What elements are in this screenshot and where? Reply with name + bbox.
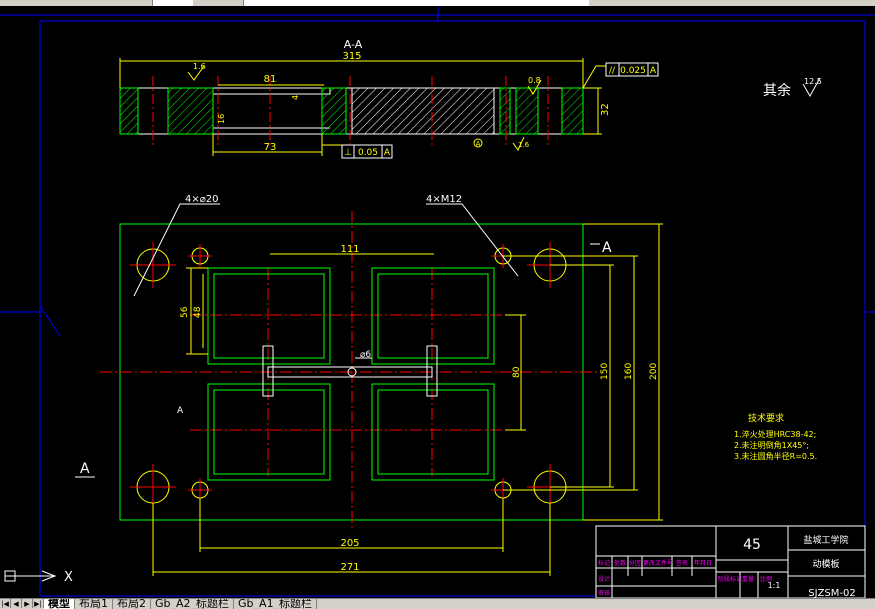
tech-req-line-1: 1.淬火处理HRC38-42;: [734, 429, 816, 439]
label-holes-threaded: 4×M12: [426, 194, 462, 205]
roughness-text-small: 1.6: [518, 141, 530, 149]
stage-header-0: 阶段标记: [718, 575, 742, 583]
ucs-icon: [4, 570, 57, 582]
hatch-right-thin: [499, 87, 511, 135]
roughness-text-right: 0.8: [528, 76, 541, 85]
layout-tab-bar: |◀ ◀ ▶ ▶| 模型 布局1 布局2 Gb_A2_标题栏 Gb_A1_标题栏: [0, 598, 875, 609]
section-bottom-recess: [212, 127, 330, 134]
roughness-note-value: 12.5: [804, 77, 822, 86]
dim-text-16: 16: [217, 114, 226, 124]
hatch-left-block: [167, 87, 214, 135]
dim-text-32: 32: [600, 103, 611, 116]
tech-req-line-2: 2.未注明倒角1X45°;: [734, 440, 809, 450]
dim-text-48: 48: [193, 306, 203, 318]
dim-text-111: 111: [340, 244, 359, 255]
border-corner-diag: [39, 305, 61, 337]
roughness-note-label: 其余: [763, 82, 791, 99]
tol-parallel-symbol: //: [609, 66, 616, 76]
tol-perp-value: 0.05: [358, 148, 378, 158]
title-school: 盐城工学院: [803, 534, 848, 546]
hatch-mid-left: [321, 87, 347, 135]
stage-header-2: 比例: [760, 575, 772, 583]
section-mark-left: A: [177, 406, 184, 416]
dim-text-271: 271: [340, 562, 359, 573]
dim-text-205: 205: [340, 538, 359, 549]
tol-leader-parallel: [582, 65, 606, 89]
hatch-center-block: [351, 87, 495, 135]
runner-channel: [262, 345, 438, 397]
dim-text-160: 160: [624, 363, 634, 380]
tol-parallel-datum: A: [650, 66, 657, 76]
leader-holes-threaded: [426, 203, 519, 277]
title-part-name: 动模板: [812, 558, 839, 570]
ucs-x-label: X: [64, 570, 73, 585]
hatch-right-block: [515, 87, 539, 135]
tab-nav-prev-icon[interactable]: ◀: [11, 599, 22, 608]
role-row-0: 设计: [598, 575, 610, 583]
cavity-br-inner: [377, 389, 489, 475]
cavity-tl-inner: [213, 273, 325, 359]
rev-header-4: 签名: [676, 559, 688, 567]
dim-text-73: 73: [264, 142, 277, 153]
tol-perp-symbol: ⊥: [344, 148, 352, 158]
cavity-bl-inner: [213, 389, 325, 475]
tab-nav-next-icon[interactable]: ▶: [22, 599, 33, 608]
cavity-tr-inner: [377, 273, 489, 359]
tol-frame-perp: ⊥ 0.05 A: [341, 144, 393, 159]
tol-parallel-value: 0.025: [620, 66, 646, 76]
section-top-pocket: [212, 88, 331, 95]
rev-header-1: 处数: [614, 559, 626, 567]
tech-req-line-3: 3.未注圆角半径R=0.5.: [734, 451, 817, 461]
role-row-1: 审核: [598, 589, 610, 597]
rev-header-2: 分区: [629, 559, 641, 567]
hatch-left-edge: [119, 87, 139, 135]
cavity-br-outer: [371, 383, 495, 481]
label-holes-large: 4×⌀20: [185, 194, 219, 205]
dim-text-phi6: ⌀6: [360, 350, 371, 360]
rev-header-5: 年月日: [694, 559, 712, 567]
section-mark-bottom: A: [80, 461, 90, 477]
rev-header-3: 更改文件号: [643, 559, 673, 567]
cavity-tl-outer: [207, 267, 331, 365]
dim-text-150: 150: [600, 363, 610, 380]
tol-perp-datum: A: [384, 148, 391, 158]
datum-mark-text: A: [476, 140, 481, 148]
section-mark-top: A: [602, 240, 612, 256]
dim-text-200: 200: [649, 363, 659, 380]
dim-text-80: 80: [512, 366, 522, 378]
title-drawing-no: SJZSM-02: [808, 588, 855, 598]
dim-text-81: 81: [264, 74, 277, 85]
tab-nav-last-icon[interactable]: ▶|: [33, 599, 44, 608]
drawing-svg: A-A 315 81 4 16 73 32 1.6 0.8 1.6 A // 0…: [0, 6, 875, 599]
plan-centerlines: [100, 211, 600, 531]
cavity-bl-outer: [207, 383, 331, 481]
cavities: [207, 267, 495, 481]
tol-frame-parallel: // 0.025 A: [605, 62, 659, 77]
tech-req-title: 技术要求: [748, 412, 784, 424]
hatch-right-edge: [561, 87, 584, 135]
section-body: [119, 87, 584, 135]
rev-header-0: 标记: [598, 559, 610, 567]
tab-nav-first-icon[interactable]: |◀: [0, 599, 11, 608]
title-material: 45: [743, 537, 761, 553]
dim-text-56: 56: [180, 306, 190, 318]
stage-header-1: 重量: [742, 575, 754, 583]
drawing-canvas[interactable]: A-A 315 81 4 16 73 32 1.6 0.8 1.6 A // 0…: [0, 6, 875, 599]
dim-text-4: 4: [291, 95, 300, 100]
roughness-text-left: 1.6: [193, 62, 206, 71]
section-title: A-A: [344, 38, 363, 51]
cavity-tr-outer: [371, 267, 495, 365]
dim-text-315: 315: [342, 51, 361, 62]
